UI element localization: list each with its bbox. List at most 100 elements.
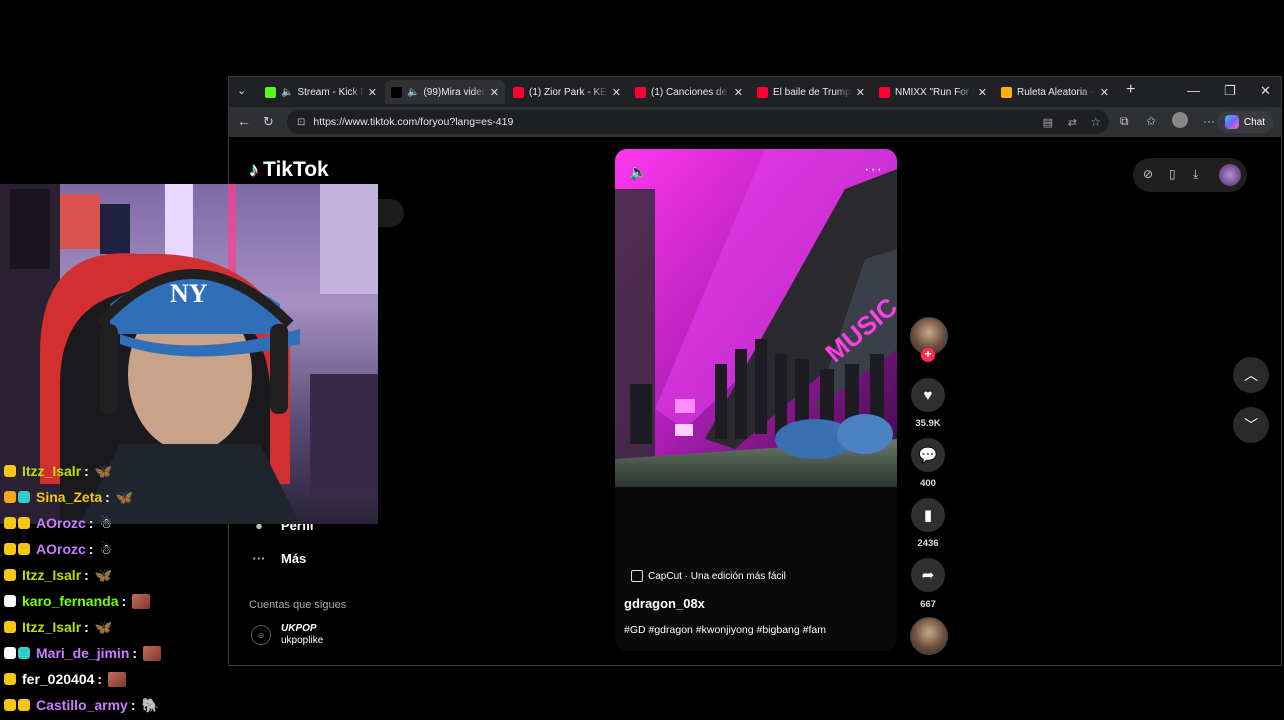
video-author[interactable]: gdragon_08x	[624, 596, 705, 611]
device-icon[interactable]: ▯	[1169, 167, 1176, 181]
like-button[interactable]: ♥	[911, 378, 945, 412]
tab-close-icon[interactable]: ✕	[978, 86, 987, 99]
chat-message: karo_fernanda:	[0, 588, 230, 614]
reader-mode-icon[interactable]: ▤	[1043, 116, 1053, 129]
chat-separator: :	[84, 463, 89, 479]
extensions-icon[interactable]: ⧉	[1120, 114, 1129, 129]
translate-icon[interactable]: ⇄	[1068, 116, 1077, 129]
user-avatar[interactable]	[1219, 164, 1241, 186]
chat-username[interactable]: Sina_Zeta	[36, 489, 102, 505]
youtube-favicon	[757, 86, 768, 98]
browser-tab[interactable]: 🔈 Stream - Kick D ✕	[259, 80, 383, 104]
tab-audio-icon[interactable]: 🔈	[281, 87, 293, 98]
top-right-toolbar: ⊘ ▯ ⤓	[1133, 158, 1247, 192]
chat-separator: :	[84, 567, 89, 583]
sound-disc-avatar[interactable]	[910, 617, 948, 655]
profile-avatar[interactable]	[1172, 112, 1188, 128]
browser-tab[interactable]: (1) Canciones de d ✕	[629, 80, 749, 104]
address-bar[interactable]: ⊡ https://www.tiktok.com/foryou?lang=es-…	[287, 110, 1109, 134]
sidebar-item-more[interactable]: ··· Más	[251, 551, 307, 566]
chat-message: AOrozc: ☃	[0, 510, 230, 536]
tiktok-logo[interactable]: ♪ TikTok	[249, 158, 329, 182]
chat-username[interactable]: Castillo_army	[36, 697, 128, 713]
browser-tab[interactable]: (1) Zior Park - KEEP ✕	[507, 80, 627, 104]
chat-badge-icon	[4, 699, 16, 711]
tab-close-icon[interactable]: ✕	[612, 86, 621, 99]
chat-badge-icon	[4, 621, 16, 633]
chat-badges	[4, 699, 30, 711]
site-info-icon[interactable]: ⊡	[297, 117, 305, 128]
next-video-button[interactable]: ﹀	[1233, 407, 1269, 443]
tab-close-icon[interactable]: ✕	[1100, 86, 1109, 99]
account-avatar: ⊖	[251, 625, 271, 645]
tab-close-icon[interactable]: ✕	[368, 86, 377, 99]
chat-separator: :	[88, 541, 94, 557]
tab-strip: ⌄ 🔈 Stream - Kick D ✕ 🔈 (99)Mira video ✕ (1) Z…	[229, 77, 1281, 107]
chat-message: Itzz_Isalr: 🦋	[0, 614, 230, 640]
browser-tab[interactable]: 🔈 (99)Mira video ✕	[385, 80, 505, 104]
chat-emote-image	[143, 645, 162, 661]
account-handle: ukpoplike	[281, 635, 324, 646]
copilot-chat-button[interactable]: Chat	[1216, 111, 1273, 133]
browser-tab[interactable]: Ruleta Aleatoria - E ✕	[995, 80, 1115, 104]
kick-favicon	[265, 86, 276, 98]
favorites-icon[interactable]: ✩	[1146, 114, 1156, 128]
previous-video-button[interactable]: ︿	[1233, 357, 1269, 393]
download-icon[interactable]: ⤓	[1193, 167, 1198, 182]
follow-plus-button[interactable]: +	[921, 348, 935, 362]
tiktok-note-icon: ♪	[249, 158, 259, 181]
browser-tab[interactable]: El baile de Trump a ✕	[751, 80, 871, 104]
video-hashtags[interactable]: #GD #gdragon #kwonjiyong #bigbang #fam	[624, 624, 826, 636]
chat-username[interactable]: Itzz_Isalr	[22, 619, 81, 635]
youtube-favicon	[635, 86, 646, 98]
share-button[interactable]: ➦	[911, 558, 945, 592]
comment-button[interactable]: 💬	[911, 438, 945, 472]
following-section-title: Cuentas que sigues	[249, 599, 347, 611]
sound-icon[interactable]: 🔈	[629, 163, 648, 181]
chat-username[interactable]: AOrozc	[36, 515, 86, 531]
chat-emote: 🦋	[94, 566, 113, 583]
close-window-button[interactable]: ✕	[1260, 83, 1271, 99]
tiktok-favicon	[391, 86, 402, 98]
capcut-tag[interactable]: CapCut · Una edición más fácil	[631, 570, 786, 582]
video-player[interactable]: MUSIC A 🔈 ··· CapCut · Una edición más f…	[615, 149, 897, 651]
chat-emote: 🦋	[94, 462, 113, 479]
reload-button[interactable]: ↻	[263, 114, 274, 130]
chat-message: Mari_de_jimin:	[0, 640, 230, 666]
tab-list-chevron-icon[interactable]: ⌄	[237, 84, 246, 97]
chat-badges	[4, 621, 16, 633]
chat-emote-image	[132, 593, 151, 609]
restore-button[interactable]: ❐	[1224, 83, 1236, 99]
tab-close-icon[interactable]: ✕	[856, 86, 865, 99]
more-menu-icon[interactable]: ···	[1203, 114, 1215, 128]
new-tab-button[interactable]: +	[1126, 81, 1135, 99]
chat-username[interactable]: Itzz_Isalr	[22, 463, 81, 479]
save-button[interactable]: ▮	[911, 498, 945, 532]
back-button[interactable]: ←	[237, 113, 251, 129]
chat-username[interactable]: karo_fernanda	[22, 593, 118, 609]
minimize-button[interactable]: —	[1187, 83, 1200, 98]
chat-username[interactable]: AOrozc	[36, 541, 86, 557]
ny-logo: NY	[170, 279, 208, 308]
chat-username[interactable]: Itzz_Isalr	[22, 567, 81, 583]
tab-audio-icon[interactable]: 🔈	[407, 87, 419, 98]
chat-separator: :	[132, 645, 138, 661]
tab-close-icon[interactable]: ✕	[490, 86, 499, 99]
chat-username[interactable]: Mari_de_jimin	[36, 645, 129, 661]
chat-username[interactable]: fer_020404	[22, 671, 94, 687]
chat-badges	[4, 647, 30, 659]
favorite-star-icon[interactable]: ☆	[1090, 115, 1101, 129]
chat-badges	[4, 673, 16, 685]
chat-separator: :	[88, 515, 94, 531]
browser-tab[interactable]: NMIXX "Run For Ro ✕	[873, 80, 993, 104]
compass-icon[interactable]: ⊘	[1143, 167, 1153, 181]
chevron-up-icon: ︿	[1244, 367, 1258, 383]
tab-title: NMIXX "Run For Ro	[895, 86, 974, 98]
tab-title: (1) Canciones de d	[651, 86, 730, 98]
video-more-icon[interactable]: ···	[864, 161, 883, 179]
comment-icon: 💬	[918, 447, 938, 464]
chat-separator: :	[130, 697, 136, 713]
chat-message: AOrozc: ☃	[0, 536, 230, 562]
following-account[interactable]: ⊖ UKPOP ukpoplike	[251, 623, 323, 647]
tab-close-icon[interactable]: ✕	[734, 86, 743, 99]
